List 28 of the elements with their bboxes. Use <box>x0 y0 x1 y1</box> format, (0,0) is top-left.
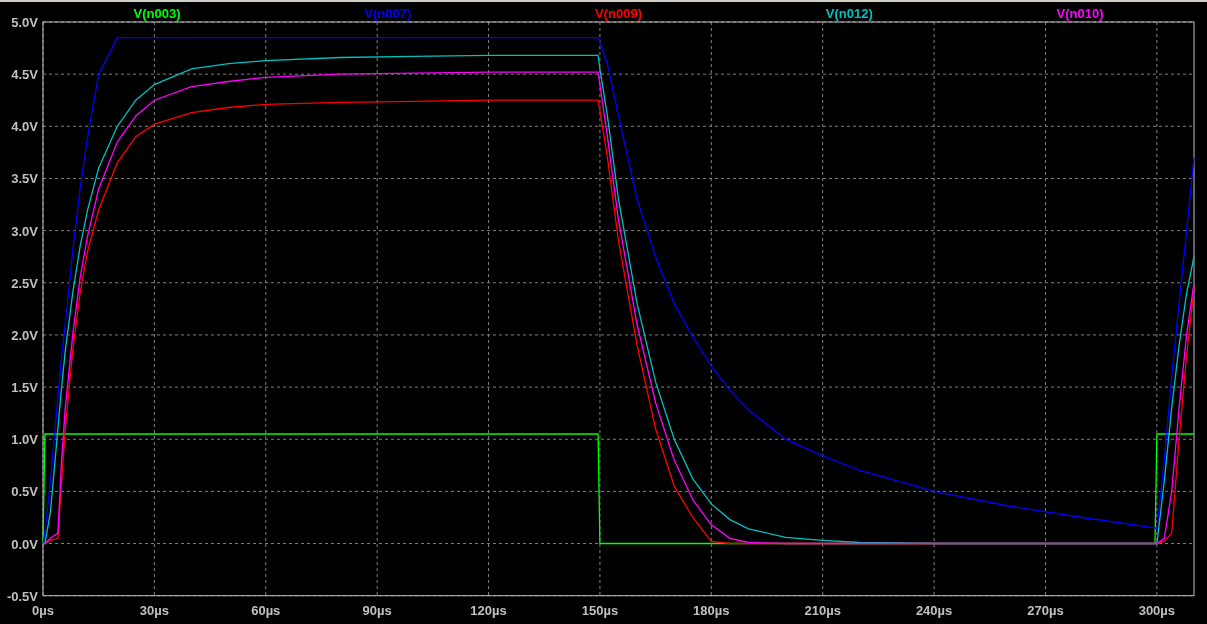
x-tick-label: 120µs <box>470 602 507 618</box>
y-tick-label: 3.5V <box>11 171 38 187</box>
y-tick-label: 0.0V <box>11 536 38 552</box>
x-tick-label: 0µs <box>32 602 54 618</box>
trace-label: V(n003) <box>133 6 181 21</box>
trace-label: V(n012) <box>825 6 873 21</box>
y-tick-label: 2.0V <box>11 327 38 343</box>
y-tick-label: 2.5V <box>11 275 38 291</box>
y-tick-label: -0.5V <box>6 588 38 604</box>
y-tick-label: 1.5V <box>11 380 38 396</box>
x-tick-label: 30µs <box>139 602 169 618</box>
trace-label: V(n007) <box>364 6 412 21</box>
x-tick-label: 300µs <box>1138 602 1176 618</box>
x-tick-label: 60µs <box>251 602 281 618</box>
y-tick-label: 0.5V <box>11 484 38 500</box>
x-tick-label: 90µs <box>362 602 392 618</box>
trace-label: V(n010) <box>1056 6 1104 21</box>
x-tick-label: 180µs <box>693 602 730 618</box>
x-tick-label: 270µs <box>1027 602 1064 618</box>
y-tick-label: 4.0V <box>11 119 38 135</box>
y-tick-label: 1.0V <box>11 432 38 448</box>
x-tick-label: 240µs <box>915 602 953 618</box>
y-tick-label: 4.5V <box>11 67 38 83</box>
x-tick-label: 210µs <box>804 602 841 618</box>
trace-label: V(n009) <box>595 6 642 21</box>
y-tick-label: 5.0V <box>11 15 38 30</box>
y-tick-label: 3.0V <box>11 223 38 239</box>
x-tick-label: 150µs <box>581 602 619 618</box>
